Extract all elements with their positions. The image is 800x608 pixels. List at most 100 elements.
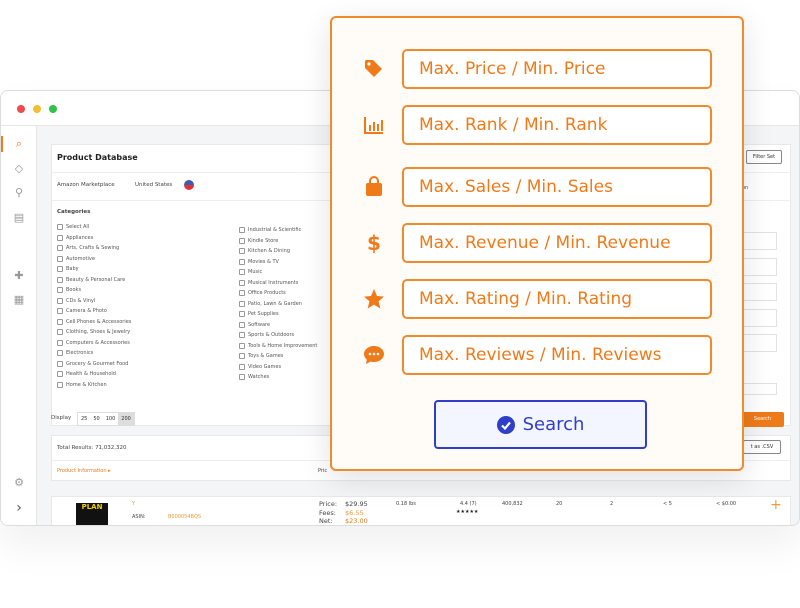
category-checkbox[interactable]: Health & Household: [57, 369, 131, 380]
checkbox-icon[interactable]: [57, 224, 63, 231]
checkbox-icon[interactable]: [239, 237, 245, 244]
category-checkbox[interactable]: Tools & Home Improvement: [239, 341, 317, 352]
category-checkbox[interactable]: Kitchen & Dining: [239, 246, 317, 257]
category-checkbox[interactable]: Watches: [239, 372, 317, 383]
category-checkbox[interactable]: Musical Instruments: [239, 278, 317, 289]
checkbox-icon[interactable]: [57, 287, 63, 294]
checkbox-icon[interactable]: [57, 339, 63, 346]
checkbox-icon[interactable]: [239, 227, 245, 234]
category-checkbox[interactable]: Pet Supplies: [239, 309, 317, 320]
checkbox-icon[interactable]: [239, 321, 245, 328]
filter-field[interactable]: Max. Rating / Min. Rating: [402, 279, 712, 319]
rank: 400,832: [502, 501, 523, 507]
document-icon[interactable]: ▤: [13, 212, 25, 224]
filter-field[interactable]: Max. Sales / Min. Sales: [402, 167, 712, 207]
filter-field[interactable]: Max. Rank / Min. Rank: [402, 105, 712, 145]
checkbox-icon[interactable]: [57, 329, 63, 336]
close-window-button[interactable]: [17, 105, 25, 113]
plugin-icon[interactable]: ✚: [13, 270, 25, 282]
category-checkbox[interactable]: Industrial & Scientific: [239, 225, 317, 236]
category-checkbox[interactable]: Beauty & Personal Care: [57, 275, 131, 286]
checkbox-icon[interactable]: [57, 350, 63, 357]
checkbox-icon[interactable]: [239, 374, 245, 381]
category-checkbox[interactable]: Automotive: [57, 254, 131, 265]
category-checkbox[interactable]: Office Products: [239, 288, 317, 299]
category-checkbox[interactable]: Patio, Lawn & Garden: [239, 299, 317, 310]
category-checkbox[interactable]: Appliances: [57, 233, 131, 244]
grid-icon[interactable]: ▦: [13, 294, 25, 306]
checkbox-icon[interactable]: [57, 360, 63, 367]
product-thumbnail[interactable]: PLAN: [76, 503, 108, 525]
checkbox-icon[interactable]: [239, 258, 245, 265]
checkbox-icon[interactable]: [239, 342, 245, 349]
add-icon[interactable]: +: [770, 497, 782, 513]
category-checkbox[interactable]: Clothing, Shoes & Jewelry: [57, 327, 131, 338]
filter-field[interactable]: Max. Revenue / Min. Revenue: [402, 223, 712, 263]
category-checkbox[interactable]: Video Games: [239, 362, 317, 373]
category-label: Kindle Store: [248, 237, 279, 244]
search-button[interactable]: Search: [434, 400, 647, 449]
checkbox-icon[interactable]: [57, 318, 63, 325]
us-flag-dropdown[interactable]: [184, 180, 194, 190]
category-checkbox[interactable]: Computers & Accessories: [57, 338, 131, 349]
tag-icon[interactable]: ◇: [13, 163, 25, 175]
product-title[interactable]: Y: [132, 501, 135, 507]
keyword-search-icon[interactable]: ⚲: [13, 187, 25, 199]
category-checkbox[interactable]: Electronics: [57, 348, 131, 359]
product-search-icon[interactable]: ⌕: [13, 138, 25, 150]
checkbox-icon[interactable]: [57, 276, 63, 283]
display-option[interactable]: 25: [78, 413, 90, 425]
minimize-window-button[interactable]: [33, 105, 41, 113]
settings-icon[interactable]: ⚙: [13, 477, 25, 489]
checkbox-icon[interactable]: [57, 266, 63, 273]
checkbox-icon[interactable]: [239, 332, 245, 339]
category-checkbox[interactable]: Camera & Photo: [57, 306, 131, 317]
checkbox-icon[interactable]: [57, 245, 63, 252]
checkbox-icon[interactable]: [239, 300, 245, 307]
category-checkbox[interactable]: Grocery & Gourmet Food: [57, 359, 131, 370]
display-option[interactable]: 100: [103, 413, 119, 425]
price-column-header[interactable]: Pric: [318, 468, 327, 474]
checkbox-icon[interactable]: [57, 308, 63, 315]
category-checkbox[interactable]: Baby: [57, 264, 131, 275]
checkbox-icon[interactable]: [239, 269, 245, 276]
filter-field[interactable]: Max. Price / Min. Price: [402, 49, 712, 89]
checkbox-icon[interactable]: [57, 381, 63, 388]
category-checkbox[interactable]: Home & Kitchen: [57, 380, 131, 391]
category-checkbox[interactable]: Cell Phones & Accessories: [57, 317, 131, 328]
category-checkbox[interactable]: Music: [239, 267, 317, 278]
category-checkbox[interactable]: CDs & Vinyl: [57, 296, 131, 307]
star-icon: [362, 287, 386, 311]
category-checkbox[interactable]: Kindle Store: [239, 236, 317, 247]
checkbox-icon[interactable]: [57, 255, 63, 262]
save-filter-set-button[interactable]: Filter Set: [746, 150, 782, 164]
checkbox-icon[interactable]: [239, 279, 245, 286]
product-information-column-header[interactable]: Product Information ▸: [57, 468, 111, 474]
checkbox-icon[interactable]: [239, 363, 245, 370]
checkbox-icon[interactable]: [239, 353, 245, 360]
export-csv-button[interactable]: t as .CSV: [743, 440, 781, 454]
asin-value[interactable]: B000054BQS: [168, 514, 201, 520]
rating-stars-icon: ★★★★★: [456, 509, 479, 515]
maximize-window-button[interactable]: [49, 105, 57, 113]
category-checkbox[interactable]: Software: [239, 320, 317, 331]
checkbox-icon[interactable]: [239, 248, 245, 255]
category-checkbox[interactable]: Movies & TV: [239, 257, 317, 268]
search-small-button[interactable]: Search: [741, 412, 784, 427]
display-option[interactable]: 50: [90, 413, 102, 425]
checkbox-icon[interactable]: [57, 371, 63, 378]
category-checkbox[interactable]: Sports & Outdoors: [239, 330, 317, 341]
category-checkbox[interactable]: Books: [57, 285, 131, 296]
marketplace-value[interactable]: United States: [135, 182, 172, 188]
checkbox-icon[interactable]: [57, 297, 63, 304]
expand-sidebar-chevron-icon[interactable]: ›: [13, 501, 25, 515]
category-checkbox[interactable]: Select All: [57, 222, 131, 233]
checkbox-icon[interactable]: [57, 234, 63, 241]
checkbox-icon[interactable]: [239, 311, 245, 318]
checkbox-icon[interactable]: [239, 290, 245, 297]
table-row[interactable]: PLAN Y ASIN: B000054BQS Price: Fees: Net: …: [51, 496, 791, 525]
category-checkbox[interactable]: Arts, Crafts & Sewing: [57, 243, 131, 254]
filter-field[interactable]: Max. Reviews / Min. Reviews: [402, 335, 712, 375]
display-option[interactable]: 200: [118, 413, 134, 425]
category-checkbox[interactable]: Toys & Games: [239, 351, 317, 362]
